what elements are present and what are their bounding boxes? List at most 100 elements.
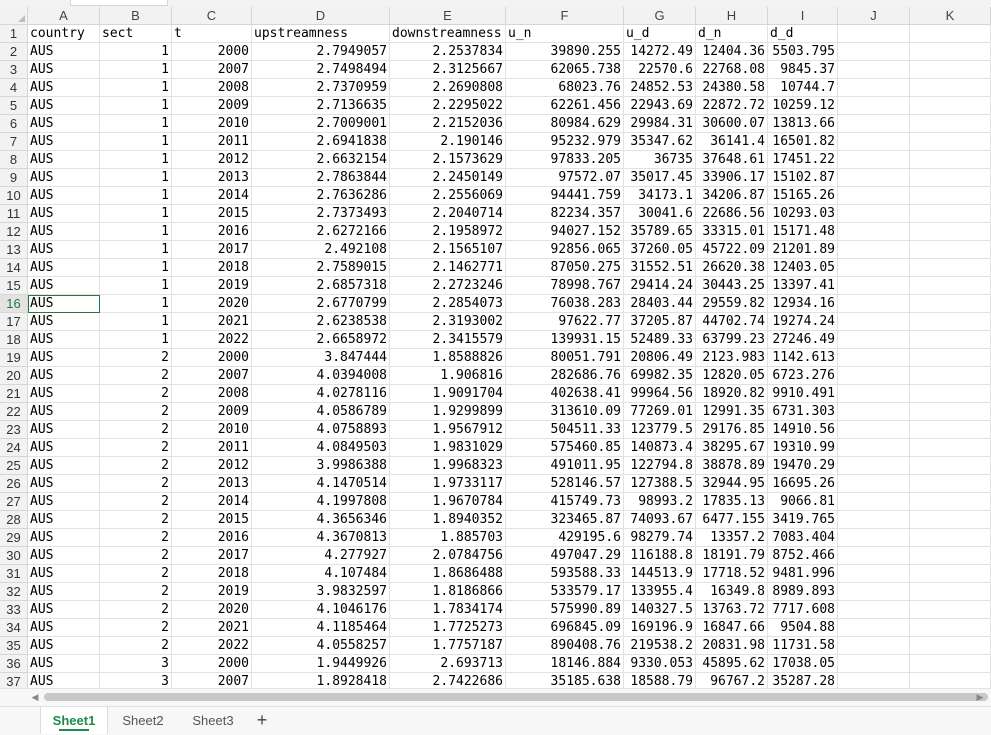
grid-cell[interactable]: 2.7949057 [252, 43, 390, 61]
grid-cell[interactable]: 74093.67 [624, 511, 696, 529]
grid-cell[interactable]: 2000 [172, 655, 252, 673]
grid-cell[interactable]: 18146.884 [506, 655, 624, 673]
grid-cell[interactable]: 1.7725273 [390, 619, 506, 637]
grid-cell[interactable]: 52489.33 [624, 331, 696, 349]
grid-cell[interactable] [838, 619, 910, 637]
grid-cell[interactable]: 2.2450149 [390, 169, 506, 187]
grid-cell[interactable]: AUS [28, 439, 100, 457]
grid-cell[interactable]: 13763.72 [696, 601, 768, 619]
grid-cell[interactable] [838, 313, 910, 331]
grid-cell[interactable]: 6731.303 [768, 403, 838, 421]
grid-cell[interactable]: 1 [100, 205, 172, 223]
grid-cell[interactable]: 2.6857318 [252, 277, 390, 295]
grid-cell[interactable]: AUS [28, 313, 100, 331]
grid-cell[interactable]: 2 [100, 475, 172, 493]
grid-cell[interactable]: 1 [100, 331, 172, 349]
grid-cell[interactable] [838, 61, 910, 79]
grid-cell[interactable]: 12820.05 [696, 367, 768, 385]
row-header[interactable]: 7 [0, 133, 28, 151]
grid-cell[interactable]: 2.190146 [390, 133, 506, 151]
grid-cell[interactable]: 2.7498494 [252, 61, 390, 79]
grid-cell[interactable]: 2 [100, 349, 172, 367]
row-header[interactable]: 30 [0, 547, 28, 565]
grid-cell[interactable] [910, 619, 991, 637]
grid-cell[interactable] [910, 673, 991, 688]
grid-cell[interactable]: 2.7863844 [252, 169, 390, 187]
grid-cell[interactable]: 1.8686488 [390, 565, 506, 583]
grid-cell[interactable]: 63799.23 [696, 331, 768, 349]
grid-cell[interactable]: 2021 [172, 619, 252, 637]
grid-cell[interactable] [838, 601, 910, 619]
grid-cell[interactable]: 140873.4 [624, 439, 696, 457]
row-header[interactable]: 1 [0, 25, 28, 43]
grid-cell[interactable]: u_n [506, 25, 624, 43]
grid-cell[interactable]: 528146.57 [506, 475, 624, 493]
grid-cell[interactable] [910, 457, 991, 475]
row-header[interactable]: 25 [0, 457, 28, 475]
column-header-j[interactable]: J [838, 7, 910, 25]
grid-cell[interactable]: 34206.87 [696, 187, 768, 205]
grid-cell[interactable]: AUS [28, 511, 100, 529]
row-header[interactable]: 29 [0, 529, 28, 547]
row-header[interactable]: 31 [0, 565, 28, 583]
grid-cell[interactable]: 2007 [172, 61, 252, 79]
grid-cell[interactable]: 80984.629 [506, 115, 624, 133]
grid-cell[interactable] [838, 583, 910, 601]
grid-cell[interactable]: AUS [28, 97, 100, 115]
grid-cell[interactable]: 12403.05 [768, 259, 838, 277]
grid-cell[interactable] [910, 259, 991, 277]
grid-cell[interactable]: 68023.76 [506, 79, 624, 97]
grid-cell[interactable]: 1 [100, 241, 172, 259]
column-header-b[interactable]: B [100, 7, 172, 25]
grid-cell[interactable]: 7083.404 [768, 529, 838, 547]
grid-cell[interactable]: 2019 [172, 277, 252, 295]
grid-cell[interactable]: 1.7757187 [390, 637, 506, 655]
row-header[interactable]: 35 [0, 637, 28, 655]
grid-cell[interactable]: 29176.85 [696, 421, 768, 439]
grid-cell[interactable]: 2007 [172, 367, 252, 385]
grid-cell[interactable]: AUS [28, 43, 100, 61]
grid-cell[interactable]: 593588.33 [506, 565, 624, 583]
grid-cell[interactable]: 29414.24 [624, 277, 696, 295]
grid-cell[interactable]: 97572.07 [506, 169, 624, 187]
grid-cell[interactable]: 22686.56 [696, 205, 768, 223]
grid-cell[interactable]: 80051.791 [506, 349, 624, 367]
grid-cell[interactable]: 2.7370959 [252, 79, 390, 97]
grid-cell[interactable]: 10259.12 [768, 97, 838, 115]
grid-cell[interactable]: 2 [100, 511, 172, 529]
grid-cell[interactable] [838, 673, 910, 688]
grid-cell[interactable]: 34173.1 [624, 187, 696, 205]
grid-cell[interactable]: country [28, 25, 100, 43]
grid-cell[interactable]: 1 [100, 61, 172, 79]
grid-cell[interactable] [910, 349, 991, 367]
row-header[interactable]: 24 [0, 439, 28, 457]
grid-cell[interactable]: 35017.45 [624, 169, 696, 187]
grid-cell[interactable]: AUS [28, 169, 100, 187]
scroll-right-icon[interactable]: ▶ [973, 691, 987, 705]
column-header-k[interactable]: K [910, 7, 991, 25]
grid-cell[interactable]: sect [100, 25, 172, 43]
grid-cell[interactable] [910, 439, 991, 457]
grid-cell[interactable]: 1.9449926 [252, 655, 390, 673]
grid-cell[interactable]: 2012 [172, 151, 252, 169]
column-header-e[interactable]: E [390, 7, 506, 25]
grid-cell[interactable]: 1 [100, 97, 172, 115]
grid-cell[interactable]: 2 [100, 583, 172, 601]
grid-cell[interactable]: AUS [28, 583, 100, 601]
grid-cell[interactable]: 1.885703 [390, 529, 506, 547]
grid-cell[interactable]: 429195.6 [506, 529, 624, 547]
grid-cell[interactable]: 2015 [172, 205, 252, 223]
grid-cell[interactable]: 2.1958972 [390, 223, 506, 241]
grid-cell[interactable] [910, 547, 991, 565]
row-header[interactable]: 18 [0, 331, 28, 349]
grid-cell[interactable] [838, 133, 910, 151]
grid-cell[interactable]: 4.3670813 [252, 529, 390, 547]
grid-cell[interactable] [910, 421, 991, 439]
grid-cell[interactable] [910, 295, 991, 313]
grid-cell[interactable]: downstreamness [390, 25, 506, 43]
grid-cell[interactable] [838, 439, 910, 457]
grid-cell[interactable]: 30443.25 [696, 277, 768, 295]
grid-cell[interactable] [910, 385, 991, 403]
grid-cell[interactable]: 1.9567912 [390, 421, 506, 439]
grid-cell[interactable]: 98993.2 [624, 493, 696, 511]
